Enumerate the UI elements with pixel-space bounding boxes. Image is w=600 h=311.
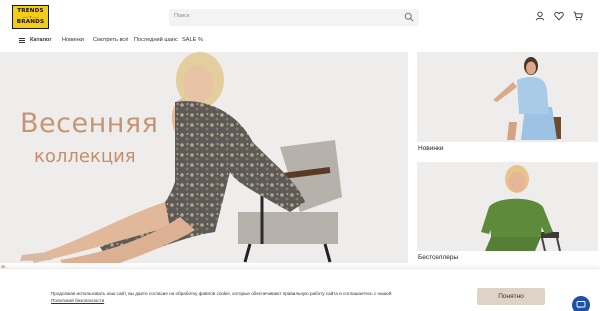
nav-catalog[interactable]: Каталог (30, 37, 52, 43)
search-input[interactable]: Поиск (169, 9, 419, 26)
header: TRENDS —— ✦ —— BRANDS Поиск (0, 0, 600, 34)
chat-button[interactable] (572, 296, 590, 311)
hero-subtitle: коллекция (34, 146, 136, 167)
search-placeholder: Поиск (174, 13, 190, 19)
logo-line-1: TRENDS (17, 7, 44, 14)
privacy-policy-link[interactable]: Политикой безопасности (51, 298, 104, 303)
accept-cookies-button[interactable]: Понятно (477, 288, 545, 305)
search-icon[interactable] (404, 12, 414, 22)
new-arrivals-card-image[interactable] (417, 52, 598, 142)
menu-icon[interactable] (19, 38, 25, 43)
user-icon[interactable] (535, 11, 545, 21)
nav-item-sale[interactable]: SALE % (182, 37, 203, 43)
hero-title: Весенняя (20, 108, 159, 139)
chat-icon (576, 301, 586, 309)
new-arrivals-label[interactable]: Новинки (418, 145, 443, 152)
main-nav: Каталог Новинки Смотреть всё Последний ш… (0, 34, 600, 50)
brand-logo[interactable]: TRENDS —— ✦ —— BRANDS (12, 5, 49, 29)
bestsellers-label[interactable]: Бестселлеры (418, 254, 458, 261)
logo-line-2: BRANDS (16, 18, 45, 25)
bestsellers-card-image[interactable] (417, 162, 598, 251)
nav-item-view-all[interactable]: Смотреть всё (93, 37, 128, 43)
cart-icon[interactable] (573, 11, 583, 21)
cookie-text: Продолжая использовать наш сайт, вы дает… (51, 291, 392, 296)
cookie-banner: Продолжая использовать наш сайт, вы дает… (0, 268, 600, 311)
hero-banner[interactable]: Весенняя коллекция (0, 52, 408, 263)
new-arrivals-photo (417, 52, 598, 142)
nav-item-new[interactable]: Новинки (62, 37, 84, 43)
bestsellers-photo (417, 162, 598, 251)
nav-item-last-chance[interactable]: Последний шанс (134, 37, 178, 43)
heart-icon[interactable] (554, 11, 564, 21)
